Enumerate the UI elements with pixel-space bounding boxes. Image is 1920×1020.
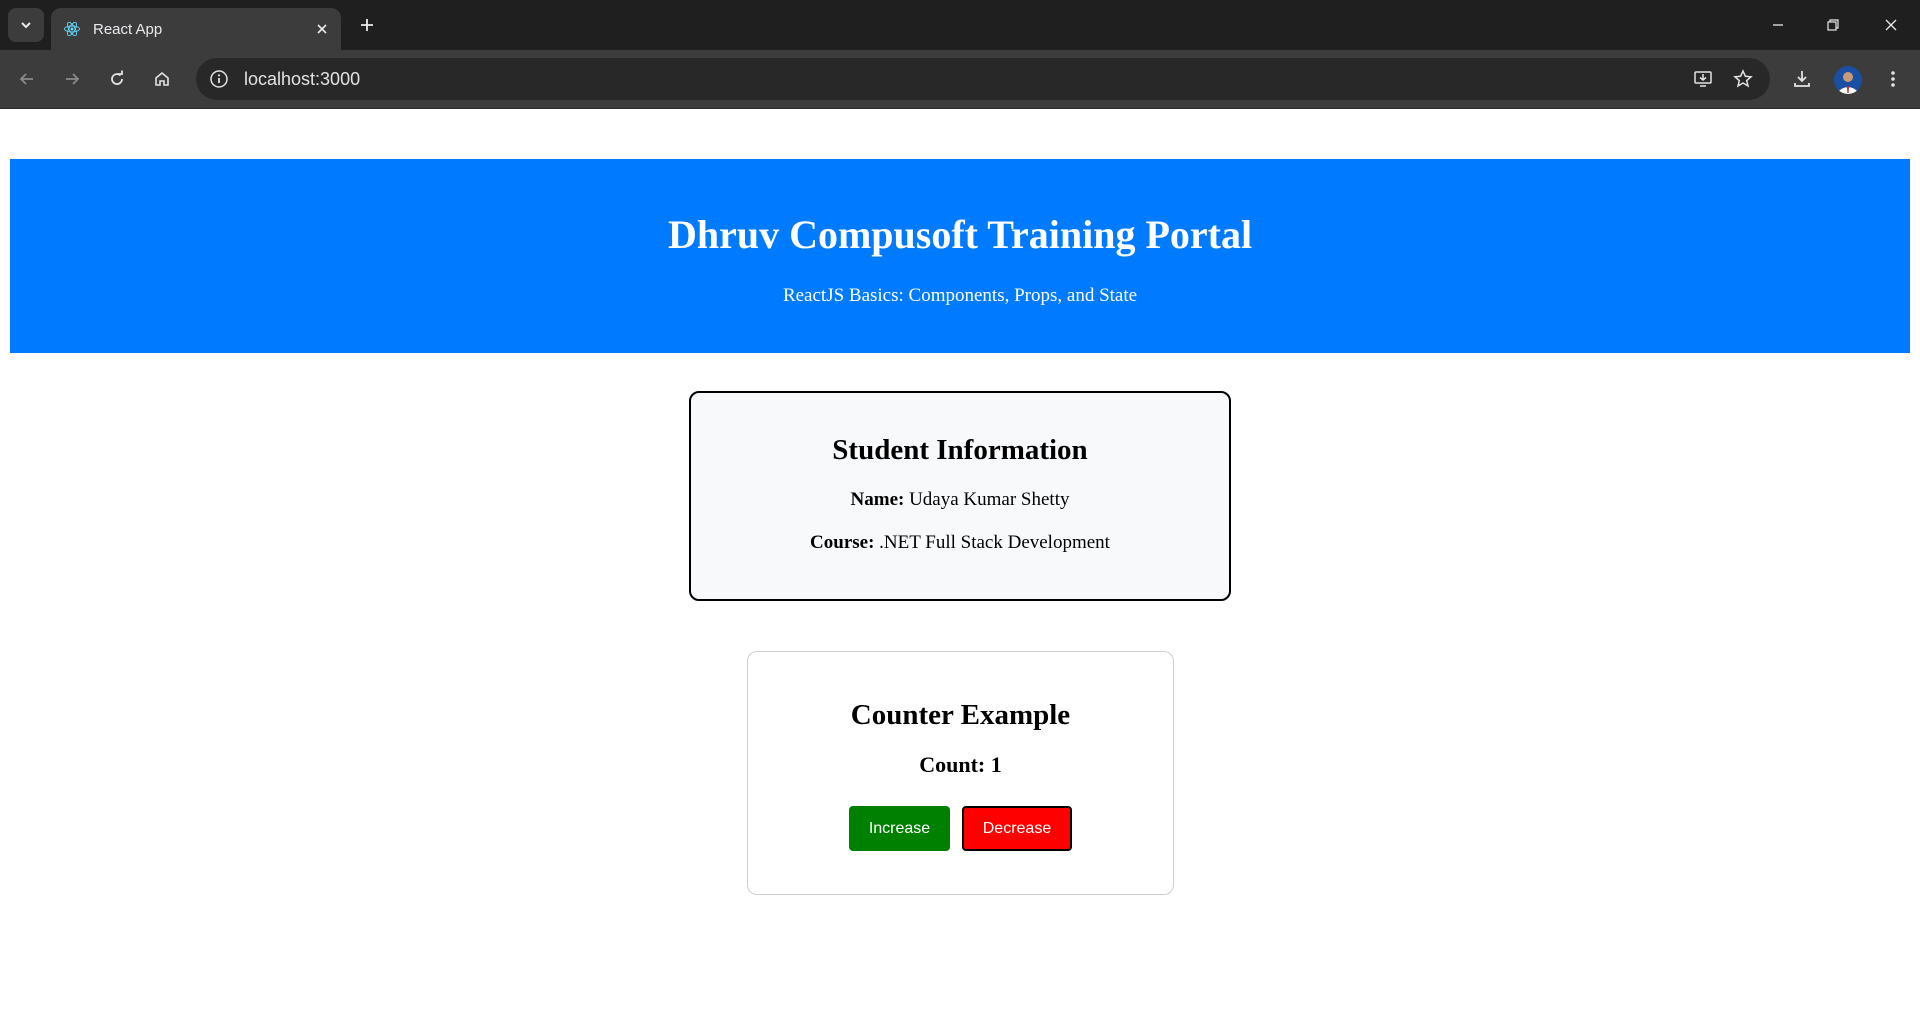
increase-button[interactable]: Increase [849, 806, 950, 852]
page-subtitle: ReactJS Basics: Components, Props, and S… [782, 285, 1138, 306]
home-button[interactable] [149, 66, 175, 92]
plus-icon [361, 19, 373, 31]
url-text: localhost:3000 [244, 68, 361, 89]
counter-buttons: Increase Decrease [748, 806, 1173, 852]
student-card-heading: Student Information [832, 434, 1088, 466]
minimize-button[interactable] [1765, 12, 1791, 38]
tab-close-button[interactable] [313, 20, 331, 38]
reload-icon [111, 70, 123, 85]
student-course-row: Course: .NET Full Stack Development [691, 532, 1229, 555]
page-title: Dhruv Compusoft Training Portal [667, 212, 1253, 257]
close-icon [317, 24, 327, 34]
downloads-button[interactable] [1789, 66, 1815, 92]
browser-tab-active[interactable]: React App [51, 8, 341, 50]
more-vertical-icon [1891, 71, 1895, 87]
student-course-value: .NET Full Stack Development [879, 531, 1110, 553]
reload-button[interactable] [104, 66, 130, 92]
star-icon [1733, 69, 1753, 88]
menu-button[interactable] [1880, 66, 1906, 92]
arrow-right-icon [66, 73, 80, 85]
student-info-card: Student Information Name: Udaya Kumar Sh… [689, 391, 1231, 601]
address-bar[interactable]: localhost:3000 [196, 58, 1770, 100]
restore-icon [1827, 19, 1839, 31]
counter-card: Counter Example Count: 1 Increase Decrea… [747, 651, 1174, 895]
close-icon [1885, 19, 1897, 31]
download-icon [1794, 71, 1810, 87]
student-name-value: Udaya Kumar Shetty [909, 488, 1070, 510]
chevron-down-icon [21, 22, 31, 29]
minimize-icon [1773, 24, 1783, 26]
site-info-icon[interactable] [208, 68, 230, 90]
new-tab-button[interactable] [355, 13, 379, 37]
profile-avatar[interactable] [1834, 66, 1862, 94]
tab-search-button[interactable] [8, 8, 44, 42]
student-name-label: Name: [850, 488, 905, 510]
install-app-button[interactable] [1690, 66, 1716, 92]
counter-card-heading: Counter Example [850, 699, 1071, 731]
browser-tabstrip: React App [0, 0, 1920, 50]
student-name-row: Name: Udaya Kumar Shetty [691, 489, 1229, 512]
tab-title: React App [93, 20, 163, 38]
arrow-left-icon [19, 73, 33, 85]
forward-button[interactable] [59, 66, 85, 92]
home-icon [155, 71, 169, 86]
portal-header: Dhruv Compusoft Training Portal ReactJS … [10, 159, 1910, 353]
install-icon [1694, 71, 1712, 87]
bookmark-button[interactable] [1730, 66, 1756, 92]
decrease-button[interactable]: Decrease [962, 806, 1072, 852]
react-logo-icon [64, 21, 80, 37]
restore-button[interactable] [1820, 12, 1846, 38]
browser-toolbar: localhost:3000 [0, 50, 1920, 109]
count-display: Count: 1 [919, 751, 1002, 777]
close-window-button[interactable] [1878, 12, 1904, 38]
student-course-label: Course: [810, 531, 875, 553]
back-button[interactable] [14, 66, 40, 92]
